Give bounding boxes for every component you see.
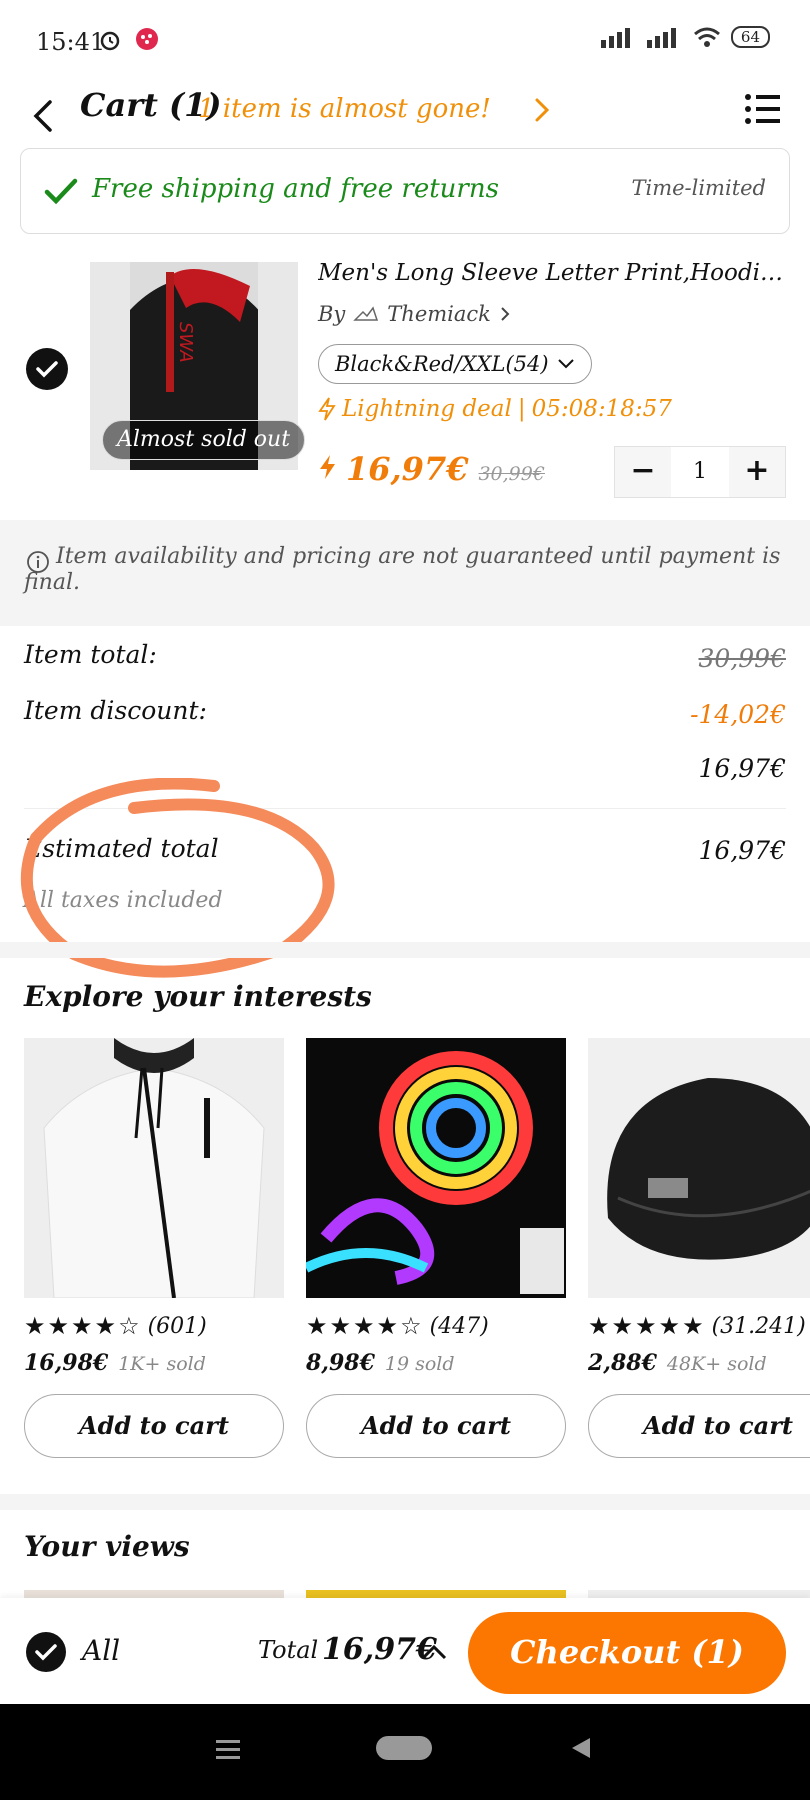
almost-sold-out-badge: Almost sold out [102, 420, 306, 460]
star-rating-icon: ★★★★☆ [24, 1312, 142, 1340]
store-by-label: By [318, 302, 346, 326]
deal-label: Lightning deal [342, 396, 512, 422]
product-card-rating: ★★★★★ (31.241) [588, 1312, 810, 1340]
deal-separator: | [517, 396, 526, 422]
item-discount-label: Item discount: [24, 696, 207, 725]
back-triangle-icon[interactable] [570, 1736, 592, 1760]
item-total-label: Item total: [24, 640, 157, 669]
explore-section-title: Explore your interests [24, 980, 372, 1013]
quantity-value[interactable]: 1 [671, 447, 729, 497]
star-rating-icon: ★★★★★ [588, 1312, 706, 1340]
product-card-image[interactable] [588, 1038, 810, 1298]
chevron-right-icon[interactable] [532, 96, 552, 124]
wifi-icon [693, 27, 720, 47]
checkout-button[interactable]: Checkout (1) [468, 1612, 786, 1694]
free-shipping-text: Free shipping and free returns [92, 174, 499, 204]
product-card-sold: 19 sold [384, 1353, 455, 1375]
add-to-cart-button[interactable]: Add to cart [306, 1394, 566, 1458]
lightning-icon [318, 397, 336, 421]
back-icon[interactable] [28, 96, 58, 136]
product-card-sold: 48K+ sold [666, 1353, 767, 1375]
variant-selector[interactable]: Black&Red/XXL(54) [318, 344, 592, 384]
chevron-right-icon [501, 307, 510, 321]
stock-alert-link[interactable]: 1 item is almost gone! [198, 94, 491, 124]
add-to-cart-button[interactable]: Add to cart [24, 1394, 284, 1458]
store-icon [353, 306, 379, 321]
app-notification-icon [136, 28, 158, 50]
product-card-sold: 1K+ sold [118, 1353, 206, 1375]
original-price: 30,99€ [478, 463, 545, 485]
product-card-rating: ★★★★☆ (447) [306, 1312, 566, 1340]
estimated-total-value: 16,97€ [698, 836, 786, 865]
item-discount-value: -14,02€ [690, 700, 786, 729]
store-name: Themiack [387, 302, 491, 326]
chevron-up-icon[interactable] [420, 1642, 448, 1662]
white-hoodie-image [24, 1038, 284, 1298]
increase-quantity-button[interactable]: + [729, 447, 785, 497]
review-count: (601) [147, 1313, 207, 1339]
availability-note: Item availability and pricing are not gu… [24, 544, 784, 596]
variant-label: Black&Red/XXL(54) [335, 352, 549, 376]
led-strip-image [306, 1038, 566, 1298]
product-name[interactable]: Men's Long Sleeve Letter Print,Hoodies S… [318, 260, 788, 286]
status-time: 15:41 [36, 28, 106, 56]
product-card-price: 2,88€ [588, 1350, 657, 1376]
section-separator [0, 1494, 810, 1510]
alarm-icon [100, 31, 120, 51]
your-views-title: Your views [24, 1530, 190, 1563]
decrease-quantity-button[interactable]: − [615, 447, 671, 497]
price-row: 16,97€ 30,99€ [318, 450, 545, 488]
deal-timer: 05:08:18:57 [531, 396, 672, 422]
checkmark-icon [35, 1644, 57, 1661]
total-label: Total [258, 1636, 319, 1664]
select-all-checkbox[interactable] [26, 1632, 66, 1672]
product-card[interactable]: ★★★★☆ (601) 16,98€ 1K+ sold Add to cart [24, 1038, 284, 1458]
signal-icon-2 [646, 28, 676, 48]
home-button[interactable] [376, 1736, 432, 1760]
svg-text:SWA: SWA [175, 322, 196, 363]
battery-indicator: 64 [730, 26, 770, 48]
product-card-price: 8,98€ [306, 1350, 375, 1376]
product-card-price-row: 2,88€ 48K+ sold [588, 1350, 810, 1376]
signal-icon [600, 28, 630, 48]
review-count: (31.241) [711, 1313, 806, 1339]
product-card[interactable]: ★★★★☆ (447) 8,98€ 19 sold Add to cart [306, 1038, 566, 1458]
time-limited-tag: Time-limited [631, 176, 766, 200]
store-link[interactable]: By Themiack [318, 302, 511, 326]
lightning-icon [320, 455, 335, 479]
availability-note-text: Item availability and pricing are not gu… [24, 544, 781, 595]
product-card-image[interactable] [306, 1038, 566, 1298]
checkmark-icon [36, 361, 58, 378]
star-rating-icon: ★★★★☆ [306, 1312, 424, 1340]
select-all-label[interactable]: All [82, 1634, 120, 1667]
checkmark-icon [44, 178, 78, 205]
lightning-deal: Lightning deal | 05:08:18:57 [318, 396, 672, 422]
product-card[interactable]: ★★★★★ (31.241) 2,88€ 48K+ sold Add to cart [588, 1038, 810, 1458]
section-separator [0, 942, 810, 958]
beanie-image [588, 1038, 810, 1298]
add-to-cart-button[interactable]: Add to cart [588, 1394, 810, 1458]
status-icons: 64 [600, 26, 770, 48]
product-card-price: 16,98€ [24, 1350, 109, 1376]
chevron-down-icon [557, 359, 574, 369]
item-select-checkbox[interactable] [26, 348, 68, 390]
item-total-value: 30,99€ [698, 644, 786, 673]
list-menu-icon[interactable] [744, 92, 782, 126]
product-card-price-row: 16,98€ 1K+ sold [24, 1350, 284, 1376]
recents-icon[interactable] [216, 1738, 240, 1760]
product-card-rating: ★★★★☆ (601) [24, 1312, 284, 1340]
status-bar: 15:41 64 [0, 0, 810, 80]
current-price: 16,97€ [346, 450, 469, 488]
product-card-price-row: 8,98€ 19 sold [306, 1350, 566, 1376]
quantity-stepper: − 1 + [614, 446, 786, 498]
subtotal-value: 16,97€ [698, 754, 786, 783]
review-count: (447) [429, 1313, 489, 1339]
product-card-image[interactable] [24, 1038, 284, 1298]
